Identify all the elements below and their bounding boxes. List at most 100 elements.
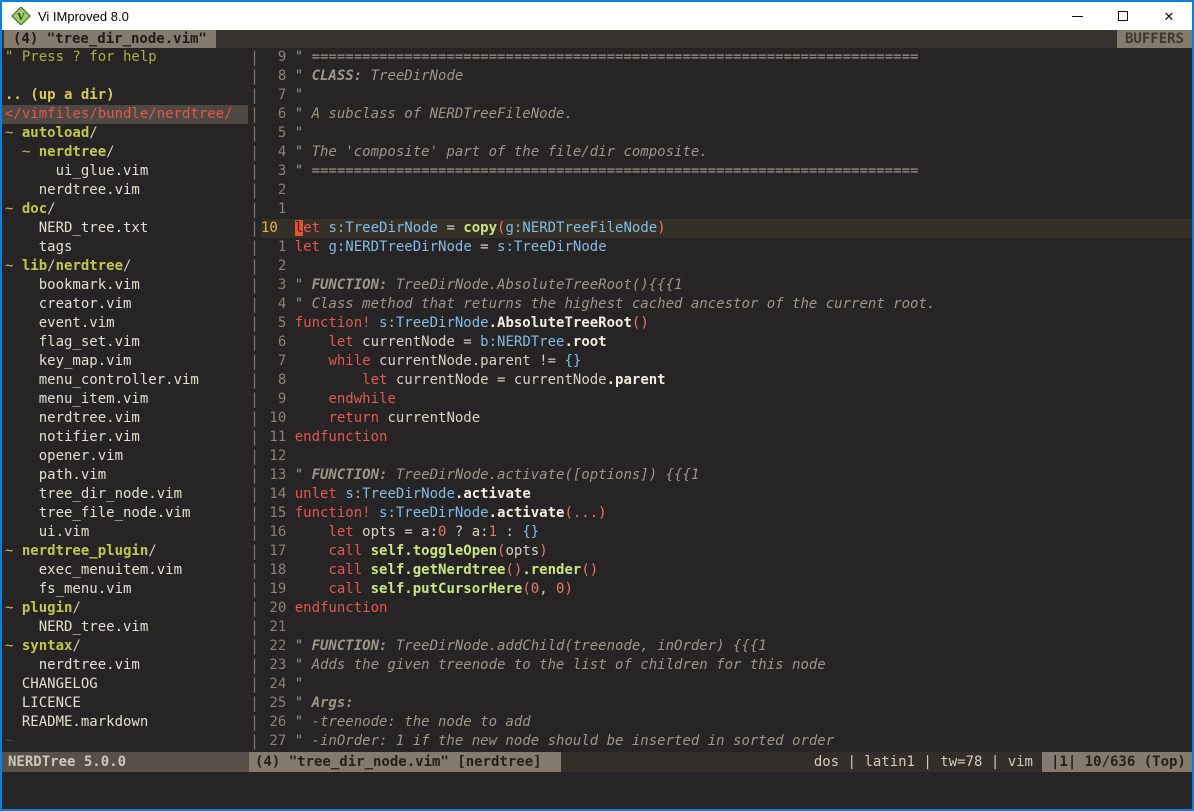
tree-row[interactable]: </vimfiles/bundle/nerdtree/ xyxy=(2,105,248,124)
line-number: 14 xyxy=(261,485,295,504)
command-line[interactable] xyxy=(2,772,1192,809)
tree-row[interactable]: menu_controller.vim xyxy=(5,371,248,390)
tree-row[interactable]: ~ syntax/ xyxy=(5,637,248,656)
code-line[interactable]: 5 " xyxy=(261,124,1192,143)
code-line[interactable]: 20 endfunction xyxy=(261,599,1192,618)
tree-row[interactable]: NERD_tree.vim xyxy=(5,618,248,637)
tree-row[interactable]: README.markdown xyxy=(5,713,248,732)
close-button[interactable]: ✕ xyxy=(1146,2,1192,30)
code-line[interactable]: 10 return currentNode xyxy=(261,409,1192,428)
tree-row[interactable]: path.vim xyxy=(5,466,248,485)
code-line[interactable]: 7 while currentNode.parent != {} xyxy=(261,352,1192,371)
tree-row[interactable] xyxy=(5,67,248,86)
code-line[interactable]: 2 xyxy=(261,257,1192,276)
tree-row[interactable]: ~ autoload/ xyxy=(5,124,248,143)
code-line[interactable]: 9 endwhile xyxy=(261,390,1192,409)
text-segment: Args: xyxy=(312,695,354,711)
tree-row[interactable]: nerdtree.vim xyxy=(5,181,248,200)
line-number: 24 xyxy=(261,675,295,694)
tree-row[interactable]: " Press ? for help xyxy=(5,48,248,67)
tree-row[interactable]: bookmark.vim xyxy=(5,276,248,295)
code-line[interactable]: 25 " Args: xyxy=(261,694,1192,713)
code-line[interactable]: 12 xyxy=(261,447,1192,466)
code-line[interactable]: 13 " FUNCTION: TreeDirNode.activate([opt… xyxy=(261,466,1192,485)
tree-row[interactable]: ~ xyxy=(5,732,248,751)
tree-row[interactable]: event.vim xyxy=(5,314,248,333)
code-line[interactable]: 6 " A subclass of NERDTreeFileNode. xyxy=(261,105,1192,124)
tree-row[interactable]: ui.vim xyxy=(5,523,248,542)
tree-row[interactable]: flag_set.vim xyxy=(5,333,248,352)
tree-row[interactable]: key_map.vim xyxy=(5,352,248,371)
code-line[interactable]: 7 " xyxy=(261,86,1192,105)
code-line[interactable]: 4 " Class method that returns the highes… xyxy=(261,295,1192,314)
text-segment: s:TreeDirNode xyxy=(379,505,489,521)
code-line[interactable]: 18 call self.getNerdtree().render() xyxy=(261,561,1192,580)
line-number: 4 xyxy=(261,143,295,162)
code-line[interactable]: 3 " ====================================… xyxy=(261,162,1192,181)
text-segment: nerdtree.vim xyxy=(5,182,140,198)
text-segment: .parent xyxy=(607,372,666,388)
tree-row[interactable]: exec_menuitem.vim xyxy=(5,561,248,580)
tree-row[interactable]: tags xyxy=(5,238,248,257)
code-line[interactable]: 14 unlet s:TreeDirNode.activate xyxy=(261,485,1192,504)
tree-row[interactable]: tree_dir_node.vim xyxy=(5,485,248,504)
code-line[interactable]: 2 xyxy=(261,181,1192,200)
tab-tree-dir-node[interactable]: (4) "tree_dir_node.vim" xyxy=(4,30,216,48)
tree-row[interactable]: CHANGELOG xyxy=(5,675,248,694)
text-segment: unlet xyxy=(295,486,337,502)
tree-row[interactable]: ~ nerdtree_plugin/ xyxy=(5,542,248,561)
tree-row[interactable]: ui_glue.vim xyxy=(5,162,248,181)
code-line[interactable]: 26 " -treenode: the node to add xyxy=(261,713,1192,732)
code-line[interactable]: 11 endfunction xyxy=(261,428,1192,447)
code-line[interactable]: 10 let s:TreeDirNode = copy(g:NERDTreeFi… xyxy=(261,219,1192,238)
code-line[interactable]: 6 let currentNode = b:NERDTree.root xyxy=(261,333,1192,352)
tree-row[interactable]: menu_item.vim xyxy=(5,390,248,409)
tree-row[interactable]: opener.vim xyxy=(5,447,248,466)
code-line[interactable]: 22 " FUNCTION: TreeDirNode.addChild(tree… xyxy=(261,637,1192,656)
text-segment: flag_set.vim xyxy=(5,334,140,350)
text-segment: nerdtree xyxy=(56,258,123,274)
statusline-position: |1| 10/636 (Top) xyxy=(1042,752,1192,772)
code-line[interactable]: 9 " ====================================… xyxy=(261,48,1192,67)
code-line[interactable]: 19 call self.putCursorHere(0, 0) xyxy=(261,580,1192,599)
tree-row[interactable]: fs_menu.vim xyxy=(5,580,248,599)
code-line[interactable]: 4 " The 'composite' part of the file/dir… xyxy=(261,143,1192,162)
tree-row[interactable]: ~ plugin/ xyxy=(5,599,248,618)
maximize-button[interactable] xyxy=(1100,2,1146,30)
text-segment: LICENCE xyxy=(5,695,81,711)
tree-row[interactable]: .. (up a dir) xyxy=(5,86,248,105)
tree-row[interactable]: NERD_tree.txt xyxy=(5,219,248,238)
tree-row[interactable]: ~ nerdtree/ xyxy=(5,143,248,162)
code-line[interactable]: 27 " -inOrder: 1 if the new node should … xyxy=(261,732,1192,751)
tree-row[interactable]: ~ lib/nerdtree/ xyxy=(5,257,248,276)
text-segment: .. (up a dir) xyxy=(5,87,115,103)
text-segment xyxy=(295,334,329,350)
text-segment: currentNode = xyxy=(354,334,480,350)
text-segment: / xyxy=(47,258,55,274)
code-line[interactable]: 3 " FUNCTION: TreeDirNode.AbsoluteTreeRo… xyxy=(261,276,1192,295)
code-line[interactable]: 8 " CLASS: TreeDirNode xyxy=(261,67,1192,86)
tree-row[interactable]: nerdtree.vim xyxy=(5,409,248,428)
text-segment: 1 xyxy=(489,524,497,540)
tree-row[interactable]: nerdtree.vim xyxy=(5,656,248,675)
title-bar[interactable]: V Vi IMproved 8.0 ✕ xyxy=(2,2,1192,30)
code-line[interactable]: 16 let opts = a:0 ? a:1 : {} xyxy=(261,523,1192,542)
tree-row[interactable]: ~ doc/ xyxy=(5,200,248,219)
tree-row[interactable]: creator.vim xyxy=(5,295,248,314)
tree-row[interactable]: LICENCE xyxy=(5,694,248,713)
code-line[interactable]: 17 call self.toggleOpen(opts) xyxy=(261,542,1192,561)
code-line[interactable]: 15 function! s:TreeDirNode.activate(...) xyxy=(261,504,1192,523)
code-line[interactable]: 1 let g:NERDTreeDirNode = s:TreeDirNode xyxy=(261,238,1192,257)
text-segment: function! xyxy=(295,505,371,521)
code-line[interactable]: 1 xyxy=(261,200,1192,219)
code-line[interactable]: 23 " Adds the given treenode to the list… xyxy=(261,656,1192,675)
code-line[interactable]: 24 " xyxy=(261,675,1192,694)
code-line[interactable]: 5 function! s:TreeDirNode.AbsoluteTreeRo… xyxy=(261,314,1192,333)
tree-row[interactable]: notifier.vim xyxy=(5,428,248,447)
window-vertical-separator[interactable]: ||||||||||||||||||||||||||||||||||||| xyxy=(248,48,261,752)
code-line[interactable]: 8 let currentNode = currentNode.parent xyxy=(261,371,1192,390)
minimize-button[interactable] xyxy=(1054,2,1100,30)
text-segment: ~ xyxy=(5,201,22,217)
code-line[interactable]: 21 xyxy=(261,618,1192,637)
tree-row[interactable]: tree_file_node.vim xyxy=(5,504,248,523)
